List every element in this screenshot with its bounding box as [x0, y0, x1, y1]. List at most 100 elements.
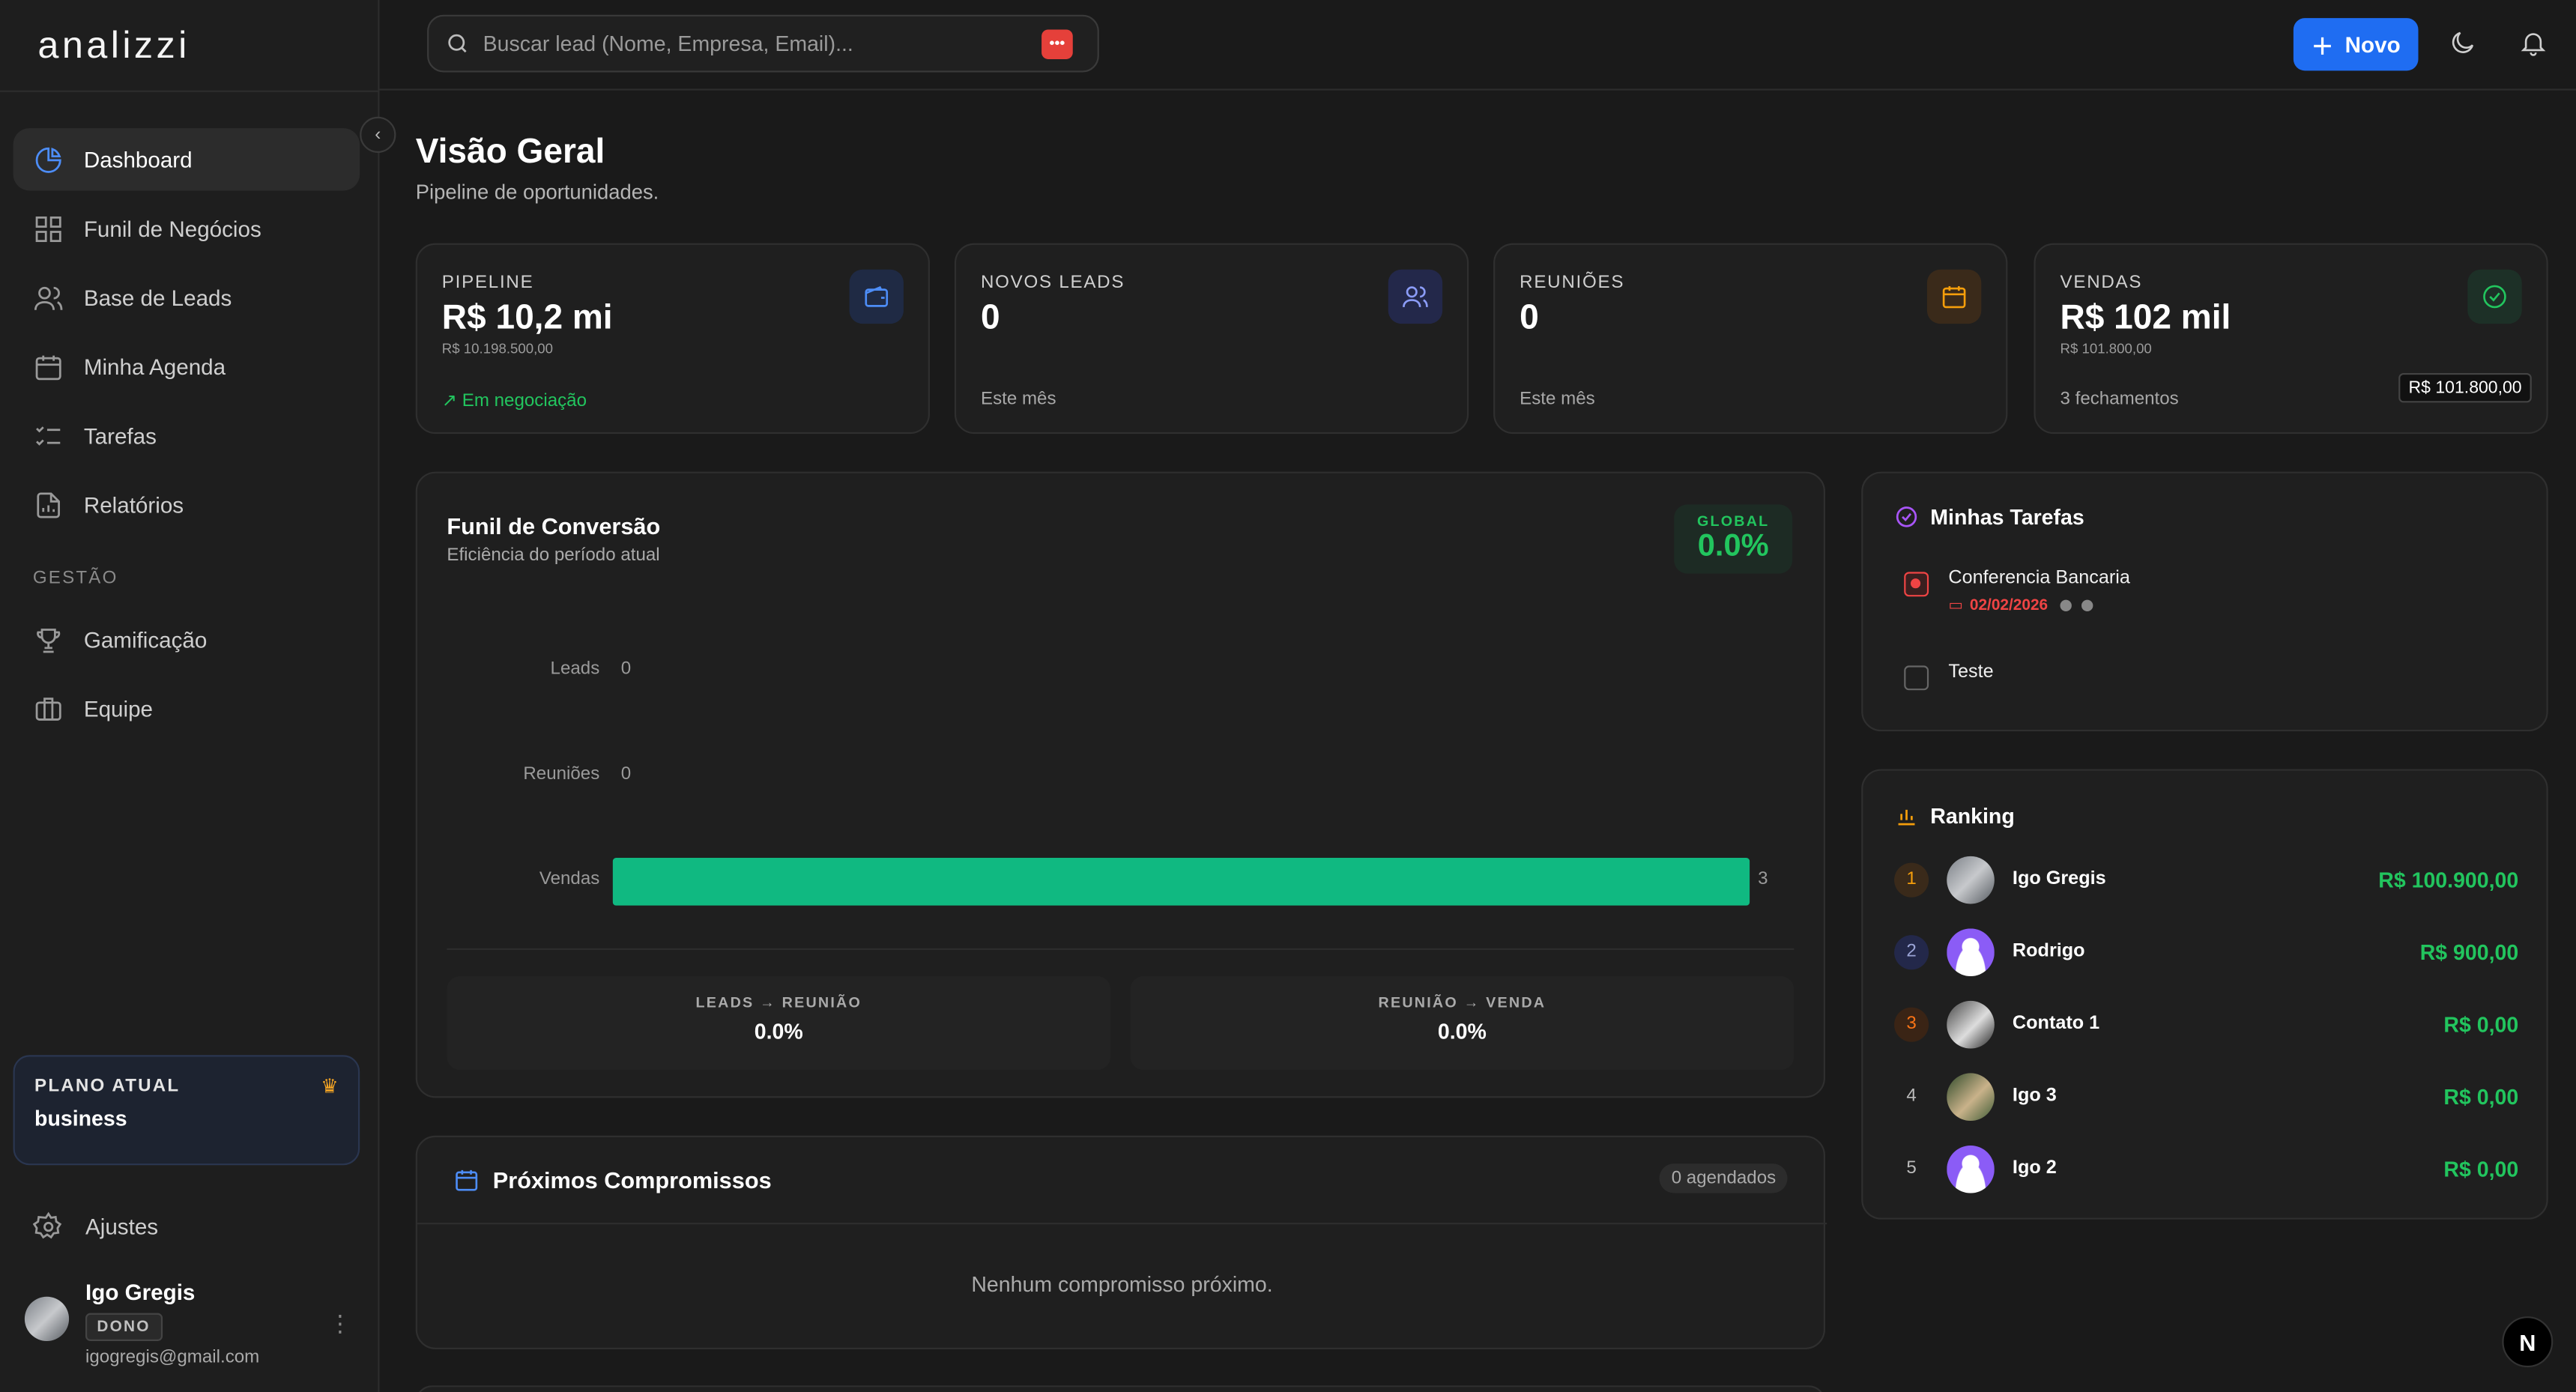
- ranking-row[interactable]: 5 Igo 2 R$ 0,00: [1894, 1144, 2518, 1193]
- rank-name: Rodrigo: [2012, 941, 2085, 962]
- task-item[interactable]: Conferencia Bancaria ▭ 02/02/2026: [1904, 569, 2130, 614]
- funnel-card: Funil de Conversão Eficiência do período…: [415, 471, 1825, 1098]
- nextjs-devtools-icon[interactable]: N: [2502, 1316, 2554, 1368]
- rate-label: LEADS → REUNIÃO: [695, 994, 862, 1011]
- sidebar-item-equipe[interactable]: Equipe: [13, 677, 360, 739]
- global-rate-badge: GLOBAL 0.0%: [1674, 504, 1793, 574]
- stat-footer-text: Em negociação: [462, 391, 587, 411]
- funnel-row-label: Leads: [550, 659, 600, 679]
- stat-footer: Este mês: [980, 389, 1056, 410]
- stat-value: R$ 10,2 mi: [441, 299, 613, 337]
- app-logo[interactable]: analizzi: [37, 23, 190, 67]
- sidebar-item-tarefas[interactable]: Tarefas: [13, 405, 360, 467]
- stat-subvalue: R$ 101.800,00: [2060, 340, 2152, 357]
- stat-footer: Este mês: [1520, 389, 1595, 410]
- appointments-count-badge: 0 agendados: [1660, 1163, 1788, 1193]
- stat-label: NOVOS LEADS: [980, 273, 1125, 293]
- ranking-row[interactable]: 1 Igo Gregis R$ 100.900,00: [1894, 855, 2518, 904]
- moon-icon[interactable]: [2448, 28, 2481, 61]
- rate-value: 0.0%: [754, 1019, 803, 1044]
- role-badge: DONO: [85, 1313, 162, 1341]
- funnel-subtitle: Eficiência do período atual: [447, 545, 660, 566]
- sidebar-item-label: Dashboard: [83, 147, 193, 172]
- check-circle-icon: [2467, 269, 2522, 324]
- plus-icon: ＋: [2311, 34, 2334, 59]
- gear-icon: [32, 1211, 62, 1239]
- sidebar-item-funil[interactable]: Funil de Negócios: [13, 197, 360, 259]
- sidebar-item-label: Minha Agenda: [83, 354, 226, 379]
- ranking-row[interactable]: 4 Igo 3 R$ 0,00: [1894, 1071, 2518, 1121]
- rank-position: 1: [1894, 862, 1929, 897]
- rank-value: R$ 0,00: [2443, 1156, 2519, 1181]
- users-icon: [1388, 269, 1443, 324]
- funnel-row-label: Vendas: [539, 869, 600, 889]
- rank-name: Igo 2: [2012, 1158, 2057, 1178]
- list-checks-icon: [31, 419, 64, 452]
- task-item[interactable]: Teste: [1904, 662, 1994, 691]
- avatar: [1947, 855, 1995, 904]
- section-label-gestao: GESTÃO: [32, 568, 118, 589]
- sidebar-item-ajustes[interactable]: Ajustes: [32, 1211, 159, 1243]
- rate-value: 0.0%: [1437, 1019, 1487, 1044]
- collapse-sidebar-button[interactable]: ‹: [360, 116, 396, 154]
- rank-value: R$ 0,00: [2443, 1083, 2519, 1109]
- file-chart-icon: [31, 488, 64, 521]
- divider: [0, 90, 380, 92]
- divider: [417, 1223, 1827, 1225]
- bar-chart-icon: [1894, 804, 1919, 837]
- stat-value: 0: [980, 299, 1000, 337]
- calendar-icon: [31, 350, 64, 383]
- rank-name: Contato 1: [2012, 1014, 2100, 1034]
- task-checkbox[interactable]: [1904, 572, 1929, 597]
- search-bar[interactable]: •••: [427, 14, 1099, 73]
- tasks-card: Minhas Tarefas Conferencia Bancaria ▭ 02…: [1861, 471, 2548, 732]
- plan-name: business: [34, 1106, 127, 1131]
- ranking-row[interactable]: 3 Contato 1 R$ 0,00: [1894, 999, 2518, 1049]
- trophy-icon: [31, 623, 64, 656]
- funnel-row-value: 3: [1758, 869, 1768, 889]
- stat-card-reunioes: REUNIÕES 0 Este mês: [1493, 243, 2008, 435]
- empty-state-text: Nenhum compromisso próximo.: [971, 1271, 1273, 1297]
- avatar: [1947, 999, 1995, 1048]
- funnel-row-label: Reuniões: [523, 764, 600, 784]
- calendar-icon: [1926, 269, 1982, 324]
- stat-value: 0: [1520, 299, 1539, 337]
- sidebar-item-gamificacao[interactable]: Gamificação: [13, 608, 360, 671]
- new-button-label: Novo: [2344, 31, 2401, 57]
- task-name: Teste: [1948, 662, 1994, 683]
- sidebar-item-label: Ajustes: [85, 1214, 159, 1239]
- stat-label: REUNIÕES: [1520, 273, 1625, 293]
- stat-footer: 3 fechamentos: [2060, 389, 2179, 410]
- new-button[interactable]: ＋ Novo: [2293, 18, 2419, 71]
- sidebar-item-leads[interactable]: Base de Leads: [13, 266, 360, 328]
- rank-position: 5: [1906, 1158, 1917, 1178]
- sidebar-item-label: Base de Leads: [83, 285, 232, 310]
- sidebar-item-relatorios[interactable]: Relatórios: [13, 473, 360, 536]
- users-icon: [31, 281, 64, 314]
- bell-icon[interactable]: [2518, 28, 2551, 61]
- task-checkbox[interactable]: [1904, 665, 1929, 691]
- wallet-icon: [849, 269, 904, 324]
- topbar: ••• ＋ Novo: [379, 0, 2576, 91]
- calendar-icon: ▭: [1948, 596, 1964, 615]
- funnel-bar: [612, 858, 1750, 906]
- task-date-text: 02/02/2026: [1969, 596, 2049, 615]
- more-vertical-icon[interactable]: ⋮: [329, 1310, 352, 1337]
- rank-value: R$ 0,00: [2443, 1011, 2519, 1037]
- rate-box-leads-reuniao: LEADS → REUNIÃO 0.0%: [447, 975, 1111, 1071]
- avatar[interactable]: [24, 1296, 70, 1341]
- stat-value: R$ 102 mil: [2060, 299, 2231, 337]
- check-circle-icon: [1894, 504, 1919, 537]
- value-tooltip: R$ 101.800,00: [2398, 372, 2532, 403]
- sidebar-item-dashboard[interactable]: Dashboard: [13, 128, 360, 191]
- password-manager-icon[interactable]: •••: [1041, 29, 1073, 59]
- ranking-row[interactable]: 2 Rodrigo R$ 900,00: [1894, 927, 2518, 976]
- pie-chart-icon: [31, 143, 64, 176]
- next-card-edge: [415, 1385, 1825, 1392]
- user-name: Igo Gregis: [85, 1280, 196, 1305]
- divider: [447, 948, 1795, 950]
- avatar: [1947, 928, 1995, 975]
- search-input[interactable]: [483, 31, 1026, 56]
- plan-card[interactable]: PLANO ATUAL business ♛: [13, 1055, 360, 1166]
- sidebar-item-agenda[interactable]: Minha Agenda: [13, 335, 360, 397]
